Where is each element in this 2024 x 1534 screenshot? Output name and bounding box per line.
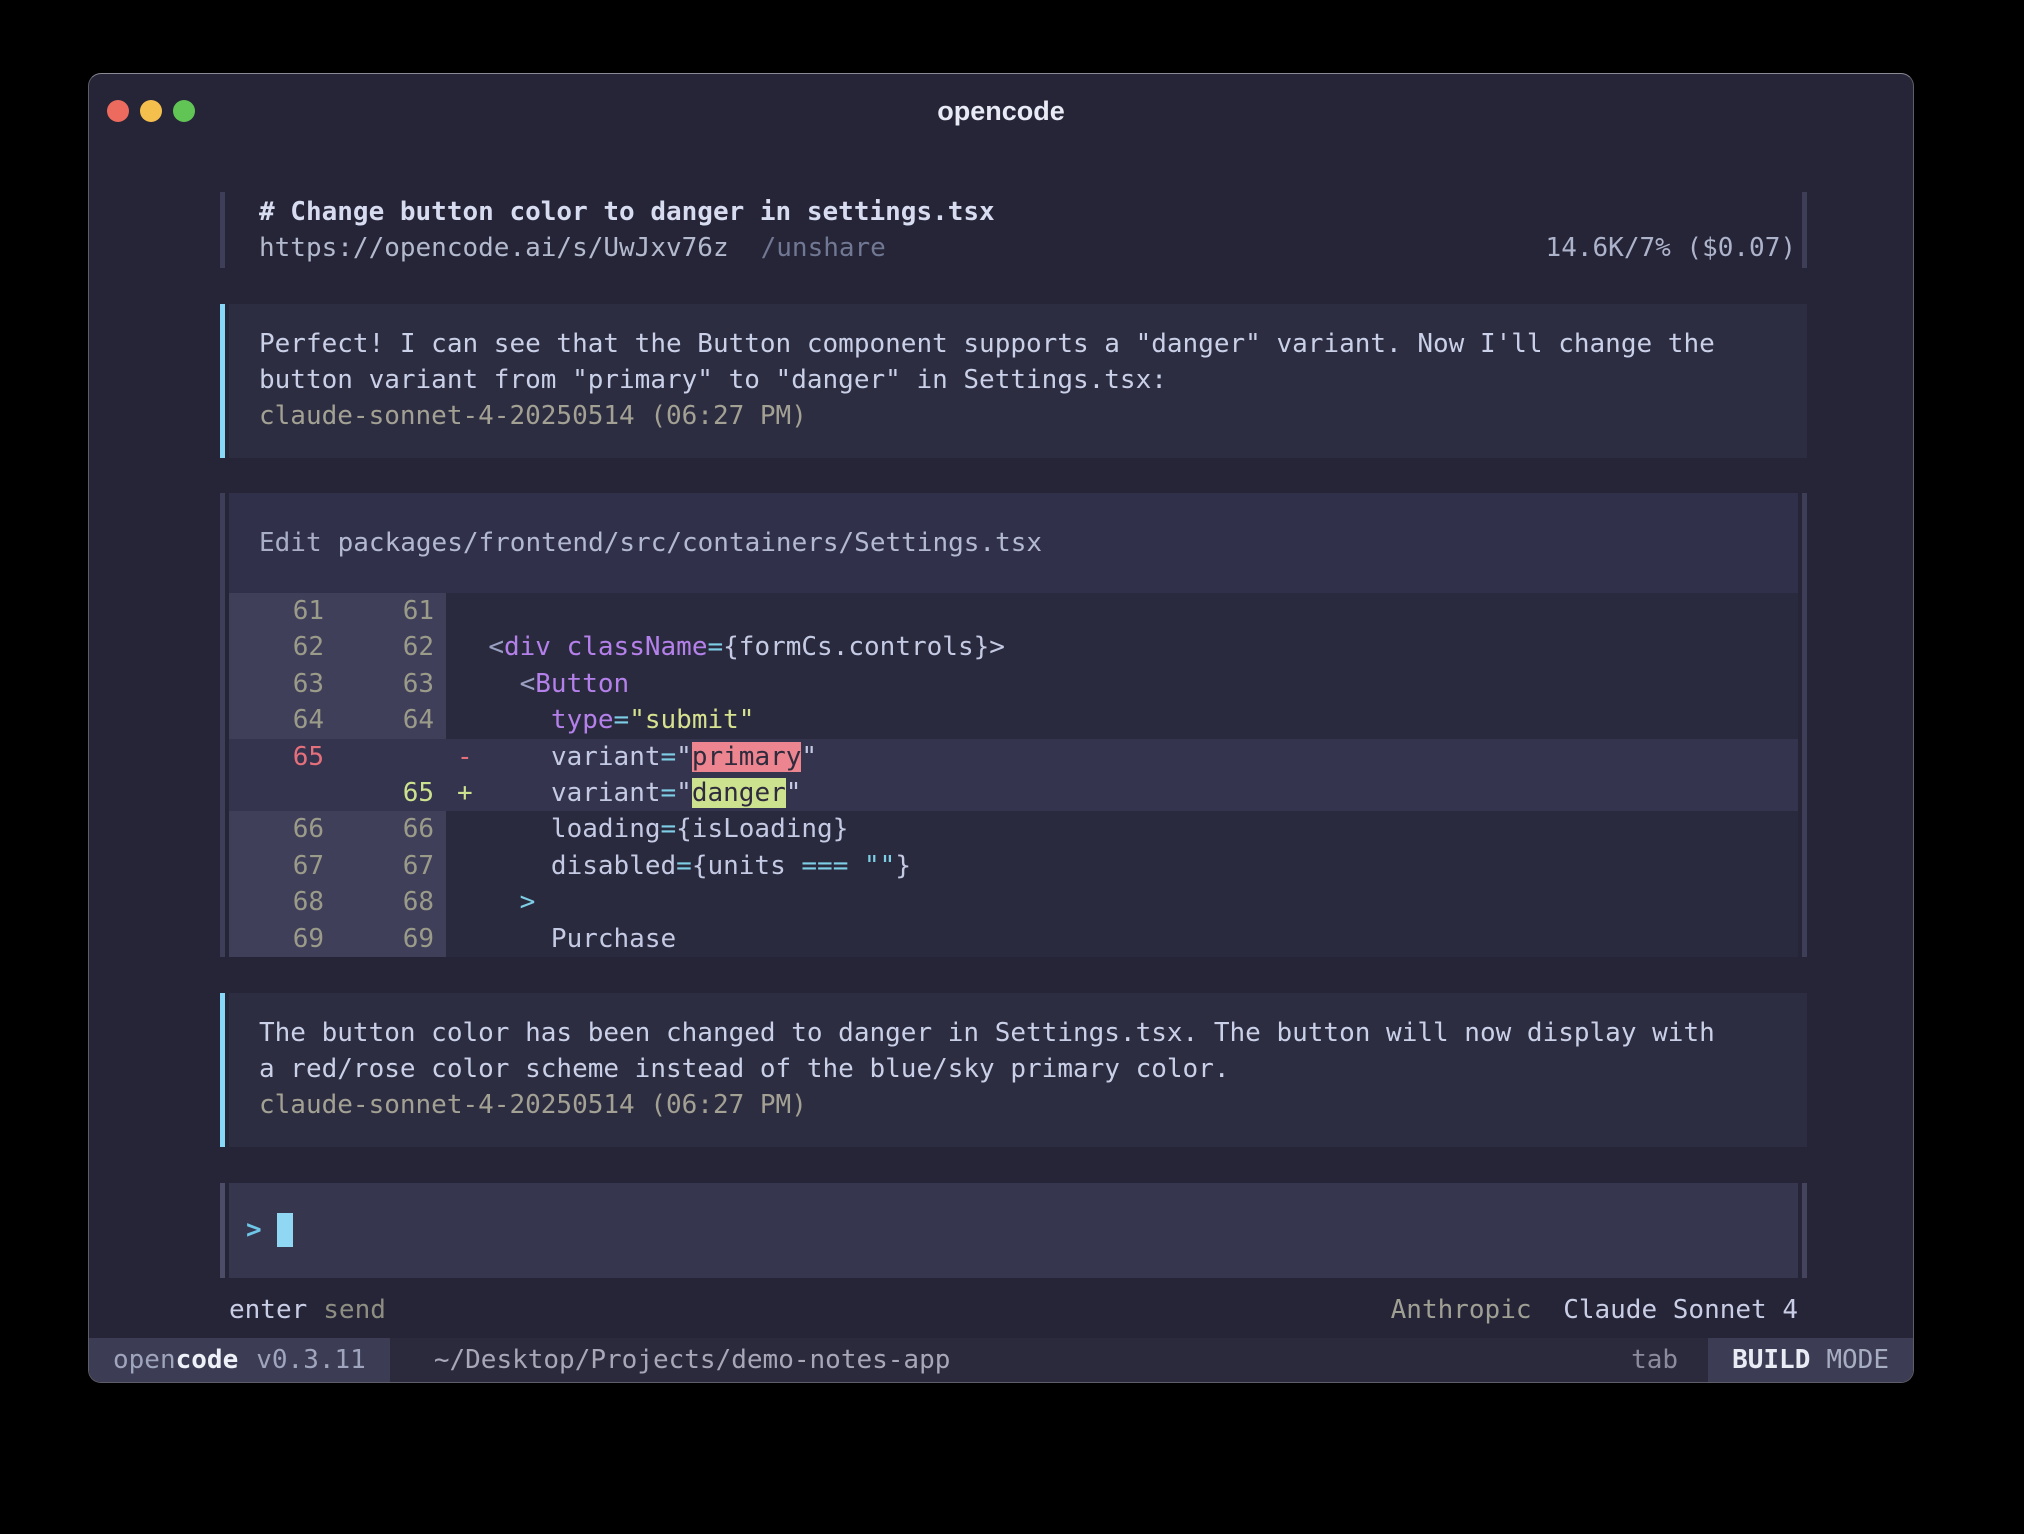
- enter-key-hint: enter: [229, 1292, 307, 1328]
- app-name-code: code: [176, 1345, 239, 1375]
- diff-row: 6363 <Button: [229, 666, 1798, 702]
- main-content: # Change button color to danger in setti…: [89, 148, 1913, 1338]
- assistant-message: Perfect! I can see that the Button compo…: [220, 304, 1807, 458]
- share-url-link[interactable]: https://opencode.ai/s/UwJxv76z: [259, 230, 729, 266]
- diff-file-path: packages/frontend/src/containers/Setting…: [338, 528, 1042, 558]
- message-text: The button color has been changed to dan…: [259, 1015, 1807, 1087]
- session-left-rule: [220, 192, 225, 268]
- text-cursor: [277, 1213, 293, 1247]
- model-name: Claude Sonnet 4: [1563, 1295, 1798, 1325]
- mode-label-bold: BUILD: [1732, 1345, 1810, 1375]
- message-model-meta: claude-sonnet-4-20250514 (06:27 PM): [259, 1087, 1807, 1123]
- session-header: # Change button color to danger in setti…: [220, 192, 1807, 268]
- diff-header: Edit packages/frontend/src/containers/Se…: [229, 493, 1798, 593]
- prompt-block: >: [220, 1183, 1807, 1278]
- mode-label-rest: MODE: [1826, 1345, 1889, 1375]
- window-title: opencode: [89, 74, 1913, 148]
- screen: opencode # Change button color to danger…: [0, 0, 2024, 1534]
- diff-row: 65+ variant="danger": [229, 775, 1798, 811]
- prompt-right-rule: [1802, 1183, 1807, 1278]
- app-window: opencode # Change button color to danger…: [88, 73, 1914, 1383]
- tab-key-hint: tab: [1631, 1338, 1678, 1382]
- diff-row: 6969 Purchase: [229, 921, 1798, 957]
- footer-hints: enter send Anthropic Claude Sonnet 4: [229, 1292, 1798, 1328]
- session-right-rule: [1802, 192, 1807, 268]
- diff-row: 6262 <div className={formCs.controls}>: [229, 629, 1798, 665]
- app-version: v0.3.11: [256, 1345, 366, 1375]
- diff-row: 6868 >: [229, 884, 1798, 920]
- prompt-left-rule: [220, 1183, 225, 1278]
- token-cost-stats: 14.6K/7% ($0.07): [1546, 230, 1798, 266]
- prompt-char: >: [246, 1215, 262, 1245]
- diff-row: 6161: [229, 593, 1798, 629]
- unshare-command[interactable]: /unshare: [761, 230, 886, 266]
- diff-right-rule: [1802, 493, 1807, 957]
- diff-action-label: Edit: [259, 528, 322, 558]
- provider-name: Anthropic: [1391, 1295, 1532, 1325]
- message-accent-bar: [220, 304, 225, 458]
- diff-row: 6666 loading={isLoading}: [229, 811, 1798, 847]
- send-hint-label: send: [323, 1292, 386, 1328]
- session-title: # Change button color to danger in setti…: [259, 194, 1798, 230]
- diff-row: 6767 disabled={units === ""}: [229, 848, 1798, 884]
- app-version-chip: opencode v0.3.11: [89, 1338, 390, 1382]
- message-model-meta: claude-sonnet-4-20250514 (06:27 PM): [259, 398, 1807, 434]
- diff-rows: 61616262 <div className={formCs.controls…: [229, 593, 1798, 957]
- message-accent-bar: [220, 993, 225, 1147]
- app-name-open: open: [113, 1345, 176, 1375]
- mode-chip[interactable]: BUILD MODE: [1708, 1338, 1913, 1382]
- status-bar: opencode v0.3.11 ~/Desktop/Projects/demo…: [89, 1338, 1913, 1382]
- diff-row: 6464 type="submit": [229, 702, 1798, 738]
- titlebar: opencode: [89, 74, 1913, 148]
- edit-tool-block: Edit packages/frontend/src/containers/Se…: [220, 493, 1807, 957]
- message-text: Perfect! I can see that the Button compo…: [259, 326, 1807, 398]
- diff-left-rule: [220, 493, 225, 957]
- model-indicator: Anthropic Claude Sonnet 4: [1391, 1292, 1798, 1328]
- assistant-message: The button color has been changed to dan…: [220, 993, 1807, 1147]
- diff-row: 65- variant="primary": [229, 739, 1798, 775]
- working-directory: ~/Desktop/Projects/demo-notes-app: [434, 1338, 951, 1382]
- prompt-input[interactable]: >: [229, 1183, 1798, 1278]
